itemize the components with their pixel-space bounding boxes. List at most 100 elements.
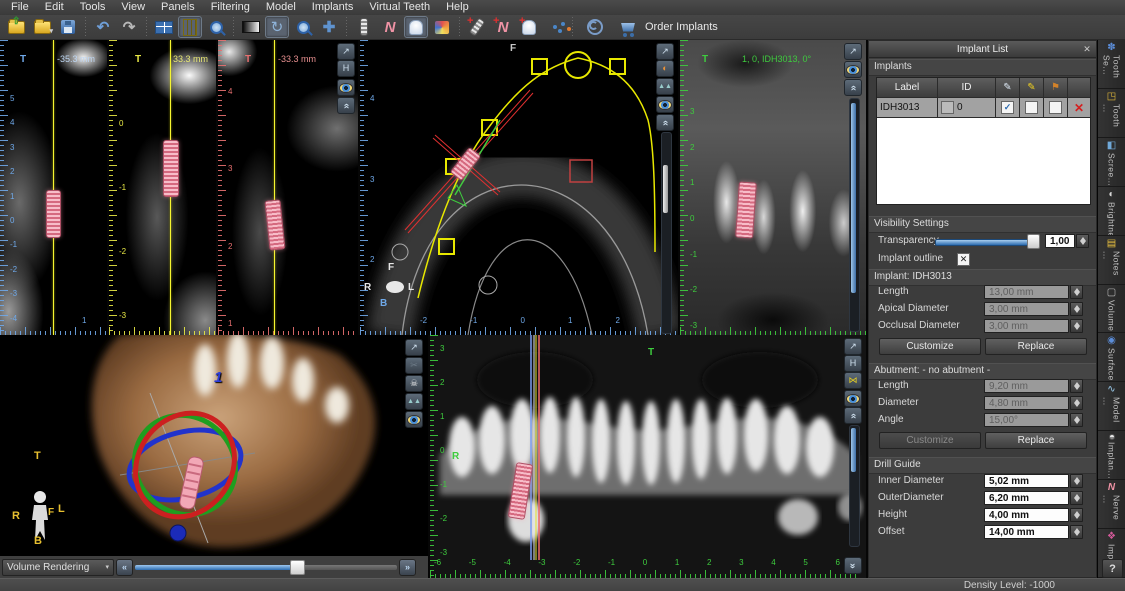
field-value[interactable]: 9,20 mm (984, 379, 1069, 393)
field-spinner[interactable] (1070, 525, 1083, 539)
rotate-view-button[interactable]: ↻ (265, 16, 289, 38)
pan-button[interactable]: ✚ (317, 16, 341, 38)
field-value[interactable]: 4,00 mm (984, 508, 1069, 522)
transparency-spinner[interactable] (1076, 234, 1089, 248)
slice-indicator-line[interactable] (274, 40, 275, 335)
highlighter-icon[interactable]: ✎ (1020, 78, 1044, 98)
side-tab-screenshot[interactable]: ◧Scree... (1098, 138, 1125, 187)
surface-scan-button[interactable] (583, 16, 607, 38)
scroll-up-button[interactable]: « (844, 407, 862, 424)
visibility-button[interactable] (337, 79, 355, 96)
abutment-replace-button[interactable]: Replace (985, 432, 1087, 449)
contrast-button[interactable] (239, 16, 263, 38)
abutment-customize-button[interactable]: Customize (879, 432, 981, 449)
scrollbar-thumb[interactable] (851, 103, 856, 293)
column-header-id[interactable]: ID (938, 78, 996, 98)
implant-label[interactable]: IDH3013 (877, 98, 938, 118)
field-spinner[interactable] (1070, 302, 1083, 316)
menu-item[interactable]: Tools (73, 0, 113, 15)
field-spinner[interactable] (1070, 413, 1083, 427)
slice-scrollbar[interactable] (849, 425, 860, 547)
implant-customize-button[interactable]: Customize (879, 338, 981, 355)
field-value[interactable]: 5,02 mm (984, 474, 1069, 488)
pin-checkbox[interactable] (1049, 101, 1062, 114)
implant-replace-button[interactable]: Replace (985, 338, 1087, 355)
menu-item[interactable]: Implants (305, 0, 361, 15)
transparency-value-field[interactable]: 1,00 (1045, 234, 1075, 248)
expand-view-button[interactable]: ↗ (656, 43, 674, 60)
implant-row[interactable]: IDH3013 0 ✓ ✕ (877, 98, 1090, 118)
field-spinner[interactable] (1070, 491, 1083, 505)
side-tab-tooth-segmentation[interactable]: ✽Tooth Se... (1098, 40, 1125, 89)
nerve-tool-button[interactable]: N (378, 16, 402, 38)
implant-screw[interactable] (163, 140, 179, 197)
slice-scrollbar[interactable] (661, 132, 672, 334)
expand-view-button[interactable]: ↗ (844, 338, 862, 355)
scrollbar-thumb[interactable] (851, 428, 856, 472)
open-button[interactable]: ▾ (30, 16, 54, 38)
menu-item[interactable]: Virtual Teeth (362, 0, 437, 15)
scroll-up-button[interactable]: « (337, 97, 355, 114)
visible-cell[interactable]: ✓ (996, 98, 1020, 118)
expand-view-button[interactable]: ↗ (405, 339, 423, 356)
field-value[interactable]: 3,00 mm (984, 319, 1069, 333)
save-button[interactable] (56, 16, 80, 38)
volume-3d-viewport[interactable]: T R F L B 1 ↗ ✂ ☠ ▲▲ Volume Rendering ▾ … (0, 335, 428, 578)
visibility-button[interactable] (844, 61, 862, 78)
side-tab-tooth-library[interactable]: ◳Tooth ... (1098, 89, 1125, 138)
field-value[interactable]: 3,00 mm (984, 302, 1069, 316)
add-nerve-button[interactable]: N+ (491, 16, 515, 38)
column-header-label[interactable]: Label (877, 78, 938, 98)
expand-view-button[interactable]: ↗ (844, 43, 862, 60)
order-implants-button[interactable] (616, 16, 640, 38)
contrast-button[interactable]: ◐ (656, 60, 674, 77)
menu-item[interactable]: File (4, 0, 36, 15)
field-value[interactable]: 14,00 mm (984, 525, 1069, 539)
field-spinner[interactable] (1070, 508, 1083, 522)
pin-icon[interactable]: ⚑ (1044, 78, 1068, 98)
zoom-button[interactable] (291, 16, 315, 38)
transparency-slider[interactable] (935, 239, 1037, 246)
path-tool-button[interactable] (543, 16, 567, 38)
link-views-button[interactable]: H (844, 355, 862, 372)
visible-checkbox[interactable]: ✓ (1001, 101, 1014, 114)
cross-section-viewport-2[interactable]: 0-1-2-3 T 33.3 mm (109, 40, 216, 335)
close-icon[interactable]: ✕ (1081, 43, 1093, 55)
implant-outline-checkbox[interactable]: ✕ (957, 253, 970, 266)
field-spinner[interactable] (1070, 396, 1083, 410)
delete-implant-icon[interactable]: ✕ (1074, 101, 1084, 115)
slice-step-back-button[interactable]: « (116, 559, 133, 576)
panoramic-viewport[interactable]: 3210-1-2-3 -6-5-4-3-2-10123456 T R ↗ H ⋈… (430, 335, 866, 578)
side-tab-brightness[interactable]: ◐Brightne... (1098, 187, 1125, 236)
field-value[interactable]: 4,80 mm (984, 396, 1069, 410)
expand-view-button[interactable]: ↗ (337, 43, 355, 60)
id-checkbox[interactable] (941, 101, 954, 114)
filters-button[interactable] (178, 16, 202, 38)
layout-button[interactable] (152, 16, 176, 38)
field-value[interactable]: 15,00° (984, 413, 1069, 427)
field-spinner[interactable] (1070, 285, 1083, 299)
add-implant-button[interactable]: + (465, 16, 489, 38)
side-tab-model[interactable]: ∿Model ... (1098, 382, 1125, 431)
visibility-button[interactable] (405, 411, 423, 428)
slice-scrollbar[interactable] (849, 98, 860, 332)
axial-arch-viewport[interactable]: 4321 -2-1012 F F R L B ↗ ◐ ▲▲ « (360, 40, 678, 335)
pin-cell[interactable] (1044, 98, 1068, 118)
highlight-cell[interactable] (1020, 98, 1044, 118)
cross-section-viewport-1[interactable]: 543210-1-2-3-4-5 1 T -35.3 mm (0, 40, 107, 335)
scrollbar-thumb[interactable] (663, 165, 668, 213)
help-button[interactable]: ? (1102, 559, 1123, 578)
visibility-button[interactable] (656, 96, 674, 113)
implant-screw[interactable] (46, 190, 61, 238)
tooth-tool-button[interactable] (404, 16, 428, 38)
menu-item[interactable]: Panels (154, 0, 202, 15)
field-spinner[interactable] (1070, 319, 1083, 333)
side-tab-surface[interactable]: ◉Surface... (1098, 333, 1125, 382)
menu-item[interactable]: Help (439, 0, 476, 15)
implant-tool-button[interactable] (352, 16, 376, 38)
cut-tool-button[interactable]: ✂ (405, 357, 423, 374)
import-button[interactable]: ⇧ (4, 16, 28, 38)
side-tab-notes[interactable]: ▤Notes ... (1098, 236, 1125, 285)
field-spinner[interactable] (1070, 474, 1083, 488)
menu-item[interactable]: Filtering (204, 0, 257, 15)
